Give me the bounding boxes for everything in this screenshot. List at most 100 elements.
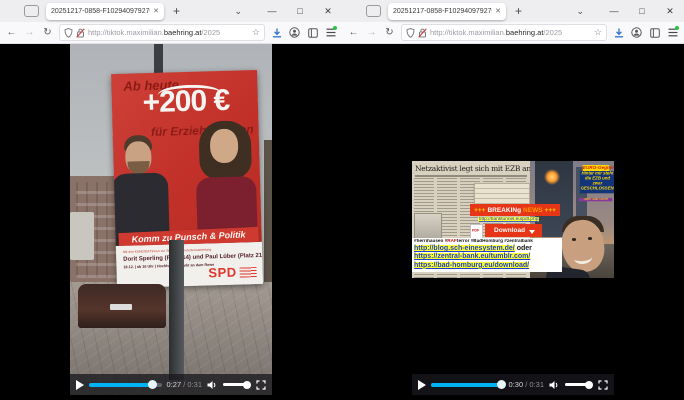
fullscreen-button[interactable]: [256, 380, 266, 390]
url-text: http://tiktok.maximilian.baehring.at/202…: [88, 28, 249, 37]
link-line: https://bad-homburg.eu/download/: [414, 261, 560, 270]
euro-gegner-box: EURO-Gegner! Hinter mir steht die EZB un…: [579, 165, 613, 204]
update-dot: [675, 26, 679, 30]
firefox-view-icon[interactable]: [366, 5, 381, 17]
selfie-eye: [572, 238, 576, 241]
url-bar[interactable]: http://tiktok.maximilian.baehring.at/202…: [59, 24, 265, 41]
new-tab-button[interactable]: +: [173, 0, 180, 22]
license-plate: [110, 304, 132, 310]
video-controls: 0:27 / 0:31: [70, 374, 272, 395]
progress-bar[interactable]: [89, 383, 162, 387]
tab-close-icon[interactable]: ✕: [495, 7, 501, 15]
volume-slider[interactable]: [223, 383, 251, 386]
page-viewport: Netzaktivist legt sich mit EZB an: [342, 44, 684, 400]
banner-word: NEWS: [523, 207, 543, 214]
progress-knob[interactable]: [148, 380, 157, 389]
video-player[interactable]: Netzaktivist legt sich mit EZB an: [412, 44, 614, 395]
insecure-lock-icon[interactable]: [76, 28, 85, 38]
browser-window-left: 20251217-0858-F1029409792707682 ✕ + ⌄ — …: [0, 0, 342, 400]
firefox-view-icon[interactable]: [24, 5, 39, 17]
links-overlay: #herrihausen #RAFterror #BadHomburg #zen…: [412, 238, 562, 272]
account-icon[interactable]: [628, 25, 645, 41]
banner-word: BREAKINg: [487, 207, 521, 214]
play-button[interactable]: [418, 380, 426, 390]
euro-box-strip: Taten statt Worte: [579, 198, 613, 201]
url-bar[interactable]: http://tiktok.maximilian.baehring.at/202…: [401, 24, 607, 41]
downloads-icon[interactable]: [610, 25, 627, 41]
volume-slider[interactable]: [565, 383, 593, 386]
progress-fill: [431, 383, 501, 387]
time-display: 0:30 / 0:31: [509, 380, 544, 389]
download-button[interactable]: Download: [485, 224, 542, 237]
bookmark-star-icon[interactable]: ☆: [594, 27, 602, 38]
poster-woman-photo: [194, 120, 257, 244]
reload-button[interactable]: ↻: [39, 27, 56, 38]
browser-tab[interactable]: 20251217-0858-F1029409792707682 ✕: [388, 3, 506, 20]
progress-knob[interactable]: [497, 380, 506, 389]
fullscreen-button[interactable]: [598, 380, 608, 390]
close-window-button[interactable]: ✕: [656, 0, 684, 22]
navigation-bar: ← → ↻ http://tiktok.maximilian.baehring.…: [342, 22, 684, 44]
banner-url-link[interactable]: http://banktunnel.eu/pdf.php: [478, 217, 539, 222]
download-arrow-icon: [529, 230, 535, 234]
volume-knob[interactable]: [585, 381, 593, 389]
selfie-face: [554, 216, 612, 278]
reload-button[interactable]: ↻: [381, 27, 398, 38]
url-text: http://tiktok.maximilian.baehring.at/202…: [430, 28, 591, 37]
woman-face: [210, 129, 239, 164]
blog-link[interactable]: http://blog.sch-einesystem.de/: [414, 245, 515, 252]
browser-window-right: 20251217-0858-F1029409792707682 ✕ + ⌄ — …: [342, 0, 684, 400]
poster-candidates: Dorit Sperling (Platz 14) und Paul Lüber…: [123, 253, 263, 263]
progress-bar[interactable]: [431, 383, 504, 387]
titlebar: 20251217-0858-F1029409792707682 ✕ + ⌄ — …: [342, 0, 684, 22]
minimize-button[interactable]: —: [258, 0, 286, 22]
badhomburg-link[interactable]: https://bad-homburg.eu/download/: [414, 262, 529, 269]
spd-logo: SPD: [208, 265, 237, 281]
minimize-button[interactable]: —: [600, 0, 628, 22]
account-icon[interactable]: [286, 25, 303, 41]
maximize-button[interactable]: □: [628, 0, 656, 22]
downloads-icon[interactable]: [268, 25, 285, 41]
newspaper-headline: Netzaktivist legt sich mit EZB an: [412, 161, 530, 173]
video-player[interactable]: Ab heute +200 € für Erzieher:innen: [70, 44, 272, 395]
insecure-lock-icon[interactable]: [418, 28, 427, 38]
bookmark-star-icon[interactable]: ☆: [252, 27, 260, 38]
page-viewport: Ab heute +200 € für Erzieher:innen: [0, 44, 342, 400]
spd-campaign-poster: Ab heute +200 € für Erzieher:innen: [111, 70, 263, 288]
maximize-button[interactable]: □: [286, 0, 314, 22]
volume-icon[interactable]: [207, 380, 218, 390]
tab-close-icon[interactable]: ✕: [153, 7, 159, 15]
breaking-news-banner: +++ BREAKINg NEWS +++: [470, 204, 560, 216]
browser-tab[interactable]: 20251217-0858-F1029409792707682 ✕: [46, 3, 164, 20]
menu-icon[interactable]: [664, 25, 681, 41]
shield-icon[interactable]: [64, 28, 73, 38]
volume-knob[interactable]: [243, 381, 251, 389]
parked-van: [70, 212, 94, 260]
back-button[interactable]: ←: [3, 27, 20, 38]
list-all-tabs-icon[interactable]: ⌄: [234, 0, 242, 22]
video-frame-street: Ab heute +200 € für Erzieher:innen: [70, 44, 272, 395]
forward-button[interactable]: →: [21, 27, 38, 38]
banner-plus: +++: [474, 207, 485, 214]
hashtags-line: #herrihausen #RAFterror #BadHomburg #zen…: [414, 239, 528, 244]
banner-plus: +++: [545, 207, 556, 214]
poster-red-area: Ab heute +200 € für Erzieher:innen: [111, 70, 262, 246]
sidebar-icon[interactable]: [304, 25, 321, 41]
new-tab-button[interactable]: +: [515, 0, 522, 22]
close-window-button[interactable]: ✕: [314, 0, 342, 22]
volume-icon[interactable]: [549, 380, 560, 390]
progress-fill: [89, 383, 152, 387]
sidebar-icon[interactable]: [646, 25, 663, 41]
download-label: Download: [494, 227, 525, 234]
list-all-tabs-icon[interactable]: ⌄: [576, 0, 584, 22]
zentralbank-link[interactable]: https://zentral-bank.eu/tumblr.com/: [414, 253, 530, 260]
shield-icon[interactable]: [406, 28, 415, 38]
selfie-eye: [588, 237, 592, 240]
back-button[interactable]: ←: [345, 27, 362, 38]
menu-icon[interactable]: [322, 25, 339, 41]
update-dot: [333, 26, 337, 30]
video-frame-collage: Netzaktivist legt sich mit EZB an: [412, 161, 614, 278]
play-button[interactable]: [76, 380, 84, 390]
tab-title: 20251217-0858-F1029409792707682: [51, 8, 150, 15]
forward-button[interactable]: →: [363, 27, 380, 38]
